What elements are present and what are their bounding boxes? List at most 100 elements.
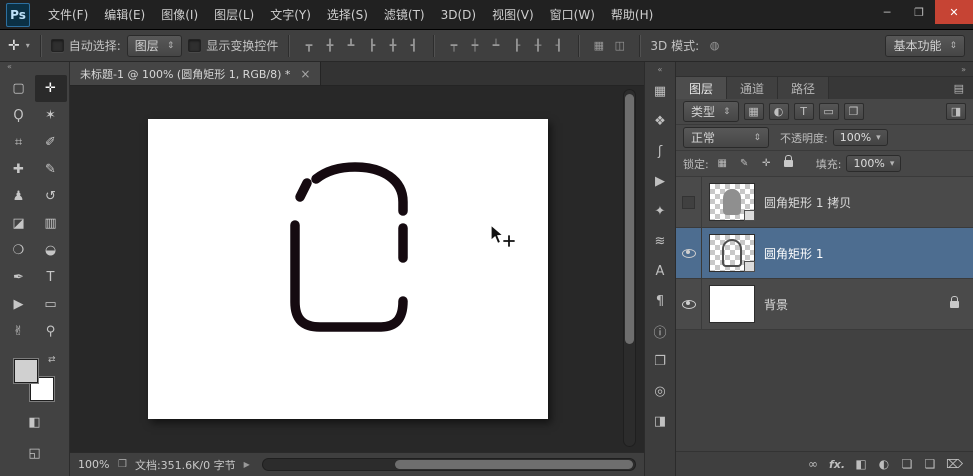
fill-input[interactable]: 100% ▾ [846,155,901,172]
menu-view[interactable]: 视图(V) [484,0,542,29]
tool-zoom-icon[interactable]: ⚲ [35,318,67,345]
auto-blend-layers-icon[interactable]: ◫ [610,36,629,55]
panel-icon-info[interactable]: ⓘ [648,320,672,342]
menu-filter[interactable]: 滤镜(T) [376,0,433,29]
link-layers-icon[interactable]: ∞ [806,457,820,471]
panel-icon-navigator[interactable]: ◎ [648,380,672,402]
tool-magic-wand-icon[interactable]: ✶ [35,102,67,129]
show-transform-checkbox[interactable] [188,39,201,52]
layer-style-icon[interactable]: fx. [829,458,845,471]
layer-row-rounded-rect-copy[interactable]: 圆角矩形 1 拷贝 [676,177,973,228]
panel-icon-paragraph[interactable]: ¶ [648,290,672,312]
filter-toggle-icon[interactable]: ◨ [946,103,966,120]
panel-icon-properties[interactable]: ◨ [648,410,672,432]
tab-paths[interactable]: 路径 [778,77,829,99]
layer-name[interactable]: 背景 [764,296,788,313]
document-tab-close-icon[interactable]: × [300,67,310,81]
filter-smart-object-icon[interactable]: ❐ [844,103,864,120]
align-horizontal-centers-icon[interactable]: ╋ [383,36,402,55]
panel-icon-adjustments[interactable]: ʃ [648,140,672,162]
layer-row-rounded-rect[interactable]: 圆角矩形 1 [676,228,973,279]
menu-file[interactable]: 文件(F) [40,0,96,29]
align-left-edges-icon[interactable]: ┣ [362,36,381,55]
distribute-right-edges-icon[interactable]: ┨ [549,36,568,55]
visibility-toggle[interactable] [676,177,702,227]
tool-eraser-icon[interactable]: ◪ [3,210,35,237]
panel-icon-styles[interactable]: ✦ [648,200,672,222]
lock-all-icon[interactable] [780,155,797,172]
tool-lasso-icon[interactable]: Ϙ [3,102,35,129]
menu-edit[interactable]: 编辑(E) [96,0,153,29]
panel-icon-character[interactable]: A [648,260,672,282]
panel-icon-color[interactable]: ❖ [648,110,672,132]
layer-name[interactable]: 圆角矩形 1 [764,245,823,262]
layer-thumbnail[interactable] [709,234,755,272]
lock-image-pixels-icon[interactable]: ✎ [736,155,753,172]
close-button[interactable]: ✕ [935,0,973,24]
panel-icon-clone-source[interactable]: ❐ [648,350,672,372]
tool-clone-stamp-icon[interactable]: ♟ [3,183,35,210]
distribute-left-edges-icon[interactable]: ┠ [507,36,526,55]
menu-type[interactable]: 文字(Y) [262,0,319,29]
layer-name[interactable]: 圆角矩形 1 拷贝 [764,194,851,211]
menu-window[interactable]: 窗口(W) [542,0,603,29]
distribute-vertical-centers-icon[interactable]: ┿ [465,36,484,55]
new-adjustment-layer-icon[interactable]: ◐ [877,457,891,471]
screen-mode-icon[interactable]: ◱ [28,440,40,467]
filter-type-layers-icon[interactable]: T [794,103,814,120]
panel-menu-icon[interactable]: ▤ [945,77,973,99]
horizontal-scrollbar[interactable] [262,458,636,471]
panel-icon-brush[interactable]: ≋ [648,230,672,252]
tool-crop-icon[interactable]: ⌗ [3,129,35,156]
panel-icon-actions[interactable]: ▶ [648,170,672,192]
panel-strip-collapse-icon[interactable]: « [658,65,663,74]
foreground-color-swatch[interactable] [14,359,38,383]
tool-history-brush-icon[interactable]: ↺ [35,183,67,210]
tool-type-icon[interactable]: T [35,264,67,291]
filter-type-dropdown[interactable]: 类型 ⇕ [683,101,739,122]
swap-colors-icon[interactable]: ⇄ [48,355,56,365]
tool-move-icon[interactable]: ✛ [35,75,67,102]
distribute-bottom-edges-icon[interactable]: ┷ [486,36,505,55]
auto-select-checkbox[interactable] [51,39,64,52]
tool-healing-brush-icon[interactable]: ✚ [3,156,35,183]
menu-select[interactable]: 选择(S) [319,0,376,29]
auto-select-target-dropdown[interactable]: 图层 ⇕ [127,35,183,57]
visibility-toggle[interactable] [676,279,702,329]
tool-eyedropper-icon[interactable]: ✐ [35,129,67,156]
new-layer-icon[interactable]: ❑ [923,457,937,471]
vertical-scrollbar[interactable] [623,89,636,447]
toolbar-collapse-icon[interactable]: « [0,62,12,75]
tool-pen-icon[interactable]: ✒ [3,264,35,291]
align-bottom-edges-icon[interactable]: ┻ [341,36,360,55]
tool-path-selection-icon[interactable]: ▶ [3,291,35,318]
menu-image[interactable]: 图像(I) [153,0,206,29]
tab-channels[interactable]: 通道 [727,77,778,99]
menu-layer[interactable]: 图层(L) [206,0,262,29]
maximize-button[interactable]: ❐ [903,0,935,24]
align-top-edges-icon[interactable]: ┳ [299,36,318,55]
tool-preset-arrow-icon[interactable]: ▾ [26,41,30,50]
vertical-scrollbar-thumb[interactable] [625,94,634,344]
menu-3d[interactable]: 3D(D) [433,0,484,29]
distribute-horizontal-centers-icon[interactable]: ╂ [528,36,547,55]
minimize-button[interactable]: ─ [871,0,903,24]
tool-shape-icon[interactable]: ▭ [35,291,67,318]
add-layer-mask-icon[interactable]: ◧ [854,457,868,471]
tab-layers[interactable]: 图层 [676,77,727,99]
horizontal-scrollbar-thumb[interactable] [395,460,633,469]
canvas[interactable] [148,119,548,419]
delete-layer-icon[interactable]: ⌦ [946,457,963,471]
layer-thumbnail[interactable] [709,183,755,221]
align-right-edges-icon[interactable]: ┫ [404,36,423,55]
workspace-dropdown[interactable]: 基本功能 ⇕ [885,35,965,57]
quick-mask-icon[interactable]: ◧ [28,409,40,436]
document-tab[interactable]: 未标题-1 @ 100% (圆角矩形 1, RGB/8) * × [70,62,321,85]
layer-thumbnail[interactable] [709,285,755,323]
tool-gradient-icon[interactable]: ▥ [35,210,67,237]
filter-adjustment-layers-icon[interactable]: ◐ [769,103,789,120]
panel-icon-histogram[interactable]: ▦ [648,80,672,102]
tool-dodge-icon[interactable]: ◒ [35,237,67,264]
tool-blur-icon[interactable]: ❍ [3,237,35,264]
opacity-input[interactable]: 100% ▾ [833,129,888,146]
